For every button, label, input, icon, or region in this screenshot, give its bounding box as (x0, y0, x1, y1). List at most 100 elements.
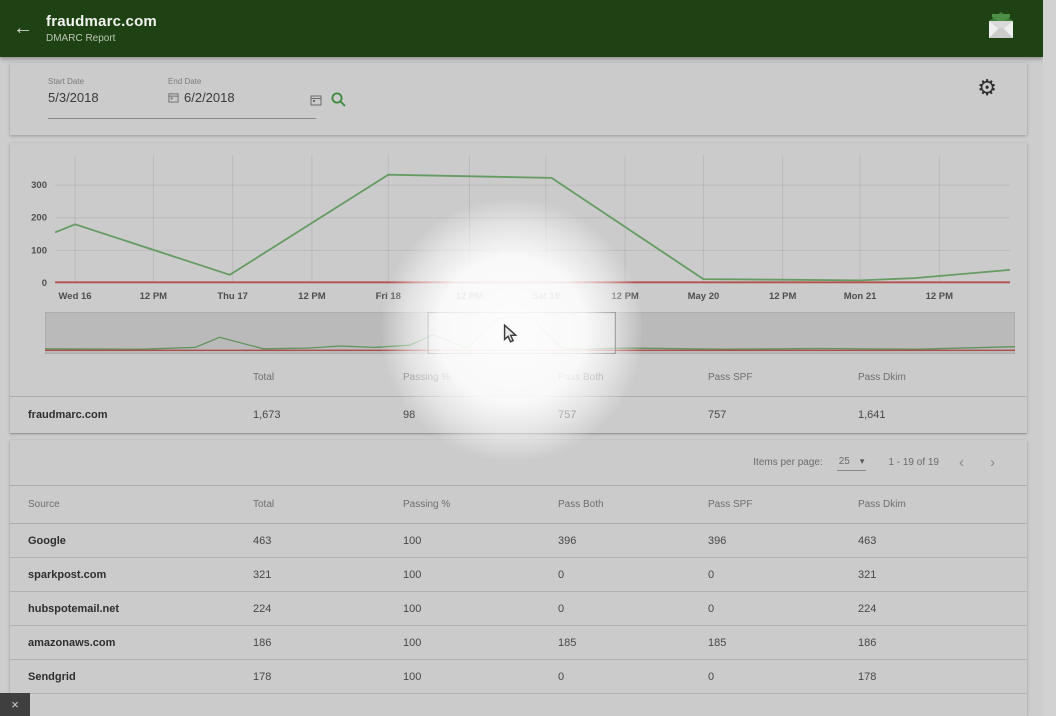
table-row[interactable]: amazonaws.com186100185185186 (10, 626, 1027, 660)
envelope-logo-icon (983, 11, 1019, 46)
svg-text:12 PM: 12 PM (140, 291, 168, 302)
column-header: Pass Dkim (858, 499, 1027, 510)
row-value: 185 (558, 637, 708, 649)
items-per-page-value: 25 (839, 456, 850, 467)
row-label: amazonaws.com (28, 637, 253, 649)
page-range-label: 1 - 19 of 19 (888, 457, 939, 468)
svg-text:12 PM: 12 PM (456, 291, 484, 302)
svg-text:200: 200 (31, 213, 47, 224)
brush-selection-window[interactable] (428, 313, 615, 354)
row-value: 224 (253, 603, 403, 615)
svg-text:May 20: May 20 (688, 291, 720, 302)
row-value: 0 (558, 671, 708, 683)
svg-text:12 PM: 12 PM (769, 291, 797, 302)
svg-text:0: 0 (42, 278, 47, 289)
date-fields-underline (48, 118, 316, 119)
table-row[interactable]: fraudmarc.com1,673987577571,641 (10, 397, 1027, 434)
row-value: 396 (558, 535, 708, 547)
column-header: Passing % (403, 499, 558, 510)
start-date-value[interactable]: 5/3/2018 (48, 90, 99, 105)
row-label: hubspotemail.net (28, 603, 253, 615)
row-value: 757 (558, 409, 708, 421)
end-date-value[interactable]: 6/2/2018 (184, 90, 235, 105)
row-value: 321 (253, 569, 403, 581)
row-value: 757 (708, 409, 858, 421)
row-value: 463 (858, 535, 1027, 547)
column-header: Pass SPF (708, 499, 858, 510)
start-date-label: Start Date (48, 77, 99, 86)
row-value: 0 (708, 603, 858, 615)
search-button[interactable] (330, 91, 347, 110)
items-per-page-select[interactable]: 25 ▾ (837, 454, 867, 471)
table-row[interactable]: Sendgrid17810000178 (10, 660, 1027, 694)
row-value: 178 (858, 671, 1027, 683)
dmarc-volume-line-chart[interactable]: 0100200300Wed 1612 PMThu 1712 PMFri 1812… (15, 147, 1022, 313)
calendar-icon (168, 92, 179, 103)
svg-text:Sat 19: Sat 19 (532, 291, 560, 302)
settings-gear-icon[interactable]: ⚙ (977, 75, 997, 101)
next-page-button[interactable]: › (984, 454, 1001, 471)
start-date-field[interactable]: Start Date 5/3/2018 (48, 77, 99, 105)
prev-page-button[interactable]: ‹ (953, 454, 970, 471)
row-label: fraudmarc.com (28, 409, 253, 421)
row-value: 100 (403, 603, 558, 615)
svg-text:300: 300 (31, 180, 47, 191)
column-header: Pass Both (558, 372, 708, 383)
row-value: 396 (708, 535, 858, 547)
row-value: 0 (708, 671, 858, 683)
page-subtitle: DMARC Report (46, 33, 983, 44)
column-header: Source (28, 499, 253, 510)
table-row[interactable]: sparkpost.com32110000321 (10, 558, 1027, 592)
row-value: 0 (558, 603, 708, 615)
row-value: 1,641 (858, 409, 1027, 421)
row-value: 463 (253, 535, 403, 547)
page-right-margin (1043, 0, 1056, 716)
column-header: Total (253, 372, 403, 383)
svg-text:12 PM: 12 PM (926, 291, 954, 302)
end-date-label: End Date (168, 77, 235, 86)
calendar-icon (310, 94, 322, 106)
row-label: Google (28, 535, 253, 547)
row-value: 100 (403, 671, 558, 683)
svg-text:Fri 18: Fri 18 (376, 291, 401, 302)
timeline-brush-chart[interactable] (45, 312, 1015, 354)
svg-text:12 PM: 12 PM (298, 291, 326, 302)
svg-text:Thu 17: Thu 17 (217, 291, 248, 302)
close-overlay-button[interactable]: × (0, 693, 30, 716)
back-button[interactable]: ← (0, 17, 46, 40)
row-value: 178 (253, 671, 403, 683)
row-value: 186 (253, 637, 403, 649)
row-value: 186 (858, 637, 1027, 649)
svg-text:12 PM: 12 PM (611, 291, 639, 302)
search-icon (330, 91, 347, 108)
source-table: SourceTotalPassing %Pass BothPass SPFPas… (10, 486, 1027, 694)
row-value: 0 (558, 569, 708, 581)
column-header: Passing % (403, 372, 558, 383)
row-label: sparkpost.com (28, 569, 253, 581)
svg-text:Mon 21: Mon 21 (844, 291, 877, 302)
date-filter-bar: Start Date 5/3/2018 End Date 6/2/2018 ⚙ (10, 63, 1027, 135)
summary-table-header: TotalPassing %Pass BothPass SPFPass Dkim (10, 372, 1027, 383)
svg-text:Wed 16: Wed 16 (59, 291, 92, 302)
page-title: fraudmarc.com (46, 13, 983, 30)
row-label: Sendgrid (28, 671, 253, 683)
row-value: 98 (403, 409, 558, 421)
table-row[interactable]: hubspotemail.net22410000224 (10, 592, 1027, 626)
app-header: ← fraudmarc.com DMARC Report (0, 0, 1043, 57)
column-header: Pass SPF (708, 372, 858, 383)
page: ← fraudmarc.com DMARC Report Start Date … (0, 0, 1056, 716)
row-value: 100 (403, 569, 558, 581)
source-table-header: SourceTotalPassing %Pass BothPass SPFPas… (10, 499, 1027, 510)
row-value: 321 (858, 569, 1027, 581)
end-date-field[interactable]: End Date 6/2/2018 (168, 77, 235, 105)
row-value: 185 (708, 637, 858, 649)
source-table-card: Items per page: 25 ▾ 1 - 19 of 19 ‹ › So… (10, 440, 1027, 716)
items-per-page-label: Items per page: (753, 457, 822, 468)
chart-card: 0100200300Wed 1612 PMThu 1712 PMFri 1812… (10, 143, 1027, 433)
calendar-picker-button[interactable] (310, 94, 322, 108)
table-row[interactable]: Google463100396396463 (10, 524, 1027, 558)
row-value: 0 (708, 569, 858, 581)
row-value: 100 (403, 535, 558, 547)
chevron-down-icon: ▾ (860, 456, 865, 467)
paginator: Items per page: 25 ▾ 1 - 19 of 19 ‹ › (10, 440, 1027, 486)
